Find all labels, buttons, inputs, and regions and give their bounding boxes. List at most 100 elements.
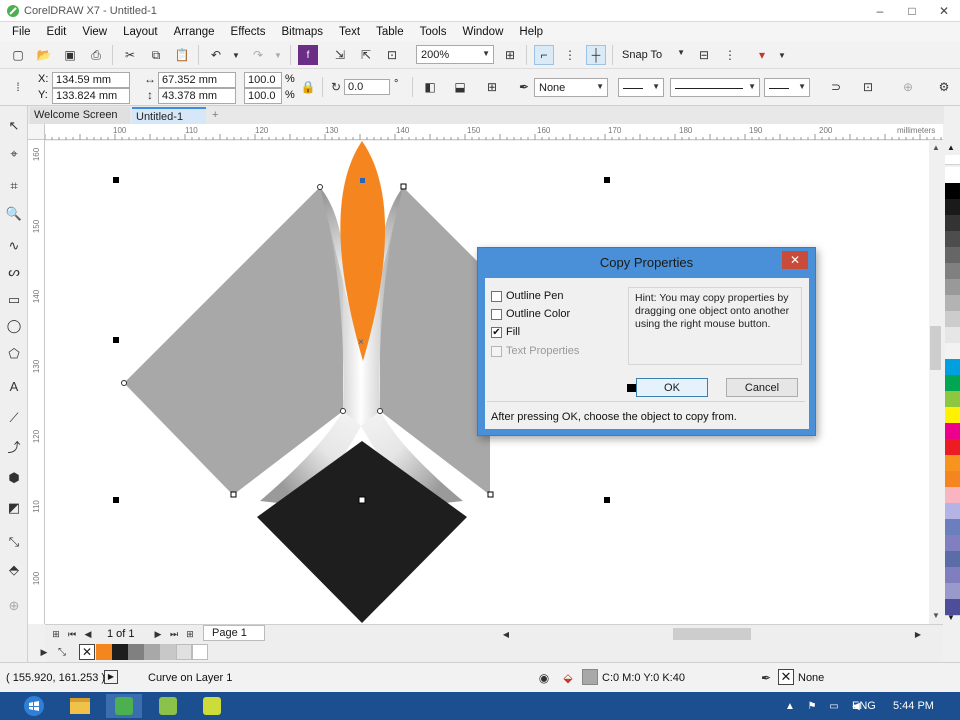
coreldraw-taskbar-icon[interactable] [106,694,142,718]
doc-swatch-white[interactable] [192,644,208,660]
transparency-tool-icon[interactable]: ◩ [4,498,24,518]
scroll-thumb[interactable] [930,326,941,370]
file-explorer-icon[interactable] [62,694,98,718]
menu-view[interactable]: View [74,26,115,38]
checkbox-box[interactable] [491,290,502,302]
paste-icon[interactable]: 📋 [172,45,192,65]
wrap-text-icon[interactable]: ⊡ [858,77,878,97]
object-origin-icon[interactable]: ⁞ [8,77,28,97]
palette-swatch[interactable] [945,567,960,584]
close-button[interactable]: ✕ [928,0,960,22]
page-options-icon[interactable]: ⊞ [49,624,63,644]
maximize-button[interactable]: □ [896,0,928,22]
print-icon[interactable]: ⎙ [86,45,106,65]
new-tab-button[interactable]: + [208,107,224,124]
ok-button[interactable]: OK [636,378,708,397]
palette-swatch[interactable] [945,407,960,424]
tab-untitled-1[interactable]: Untitled-1 [132,107,206,124]
palette-swatch[interactable] [945,263,960,280]
menu-help[interactable]: Help [511,26,551,38]
fill-checkbox[interactable]: ✔ Fill [491,326,520,338]
hscroll-left-icon[interactable]: ◀ [499,624,513,644]
parallel-dimension-icon[interactable]: ⟋ [4,408,24,428]
menu-effects[interactable]: Effects [223,26,274,38]
snap-to-dropdown[interactable]: Snap To ▼ [618,45,688,64]
search-content-icon[interactable]: f [298,45,318,65]
show-rulers-icon[interactable]: ⌐ [534,45,554,65]
palette-swatch[interactable] [945,551,960,568]
mirror-horizontal-icon[interactable]: ◧ [420,77,440,97]
menu-tools[interactable]: Tools [412,26,455,38]
full-screen-icon[interactable]: ⊞ [500,45,520,65]
new-document-icon[interactable]: ▢ [8,45,28,65]
palette-swatch[interactable] [945,327,960,344]
palette-swatch[interactable] [945,231,960,248]
x-position-field[interactable]: 134.59 mm [52,72,130,88]
vertical-ruler[interactable]: 160 150 140 130 120 110 100 [28,140,45,624]
palette-swatch[interactable] [945,343,960,360]
doc-swatch-black[interactable] [112,644,128,660]
tab-welcome-screen[interactable]: Welcome Screen [30,107,130,124]
palette-swatch[interactable] [945,471,960,488]
cut-icon[interactable]: ✂ [120,45,140,65]
mirror-vertical-icon[interactable]: ⬓ [450,77,470,97]
corel-photopaint-icon[interactable] [150,694,186,718]
close-curve-icon[interactable]: ⊃ [826,77,846,97]
color-proof-icon[interactable]: ◉ [534,668,554,688]
palette-swatch[interactable] [945,279,960,296]
eyedropper-tool-icon[interactable]: ⤡ [4,532,24,552]
menu-arrange[interactable]: Arrange [166,26,223,38]
zoom-level-select[interactable]: 200% ▼ [416,45,494,64]
cancel-button[interactable]: Cancel [726,378,798,397]
palette-swatch[interactable] [945,247,960,264]
crop-tool-icon[interactable]: ⌗ [4,176,24,196]
last-page-icon[interactable]: ⏭ [167,624,181,644]
outline-width-select[interactable]: None ▼ [534,78,608,97]
ruler-corner[interactable] [28,124,45,140]
redo-icon[interactable]: ↷ [248,45,268,65]
height-field[interactable]: 43.378 mm [158,88,236,104]
menu-text[interactable]: Text [331,26,368,38]
rectangle-tool-icon[interactable]: ▭ [4,290,24,310]
y-position-field[interactable]: 133.824 mm [52,88,130,104]
horizontal-scroll-thumb[interactable] [673,628,751,640]
shape-tool-icon[interactable]: ⌖ [4,144,24,164]
black-diamond-shape[interactable] [257,441,467,623]
palette-swatch[interactable] [945,487,960,504]
tray-arrow-icon[interactable]: ▲ [780,694,800,718]
add-page-icon[interactable]: ⊞ [183,624,197,644]
scroll-down-icon[interactable]: ▼ [932,611,940,620]
lock-ratio-icon[interactable]: 🔒 [298,77,318,97]
palette-swatch[interactable] [945,439,960,456]
show-guidelines-icon[interactable]: ┼ [586,45,606,65]
toolbar-options-icon[interactable]: ▼ [772,45,792,65]
menu-edit[interactable]: Edit [39,26,75,38]
text-properties-checkbox[interactable]: Text Properties [491,345,579,357]
palette-swatch[interactable] [945,455,960,472]
eyedropper-icon[interactable]: ⤡ [55,642,69,662]
scroll-up-icon[interactable]: ▲ [932,143,940,152]
import-icon[interactable]: ⇲ [330,45,350,65]
checkbox-box-checked[interactable]: ✔ [491,326,502,338]
show-grid-icon[interactable]: ⋮ [560,45,580,65]
connect-app-icon[interactable] [194,694,230,718]
line-style-select[interactable]: ▼ [670,78,760,97]
hscroll-right-icon[interactable]: ▶ [911,624,925,644]
first-page-icon[interactable]: ⏮ [65,624,79,644]
horizontal-ruler[interactable]: 100 110 120 130 140 150 160 170 180 190 … [45,124,943,140]
checkbox-box[interactable] [491,308,502,320]
palette-swatch[interactable] [945,311,960,328]
align-icon[interactable]: ⊞ [482,77,502,97]
undo-icon[interactable]: ↶ [206,45,226,65]
artistic-media-icon[interactable]: ᔕ [4,262,24,282]
palette-swatch[interactable] [945,391,960,408]
publish-pdf-icon[interactable]: ⊡ [382,45,402,65]
freehand-tool-icon[interactable]: ∿ [4,236,24,256]
palette-swatch[interactable] [945,519,960,536]
settings-icon[interactable]: ⚙ [934,77,954,97]
no-fill-swatch[interactable]: ✕ [79,644,95,660]
palette-swatch[interactable] [945,215,960,232]
fill-color-swatch[interactable] [582,669,598,685]
application-launcher-icon[interactable]: ⋮ [720,45,740,65]
undo-dropdown-icon[interactable]: ▼ [226,45,246,65]
